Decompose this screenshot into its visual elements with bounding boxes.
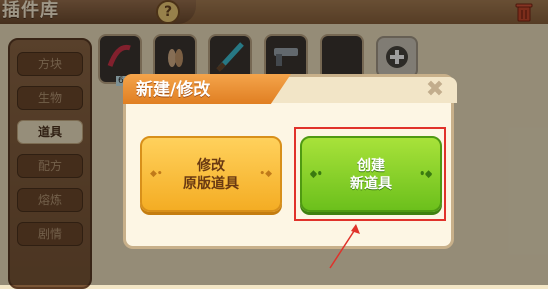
dialog-title: 新建/修改 (136, 80, 211, 100)
close-icon[interactable]: ✖ (424, 79, 446, 101)
diamond-deco-icon: •◆ (259, 169, 272, 179)
pointer-arrow-icon (329, 224, 360, 269)
modify-original-prop-button[interactable]: ◆• 修改 原版道具 •◆ (140, 136, 282, 212)
highlight-box (294, 127, 446, 221)
